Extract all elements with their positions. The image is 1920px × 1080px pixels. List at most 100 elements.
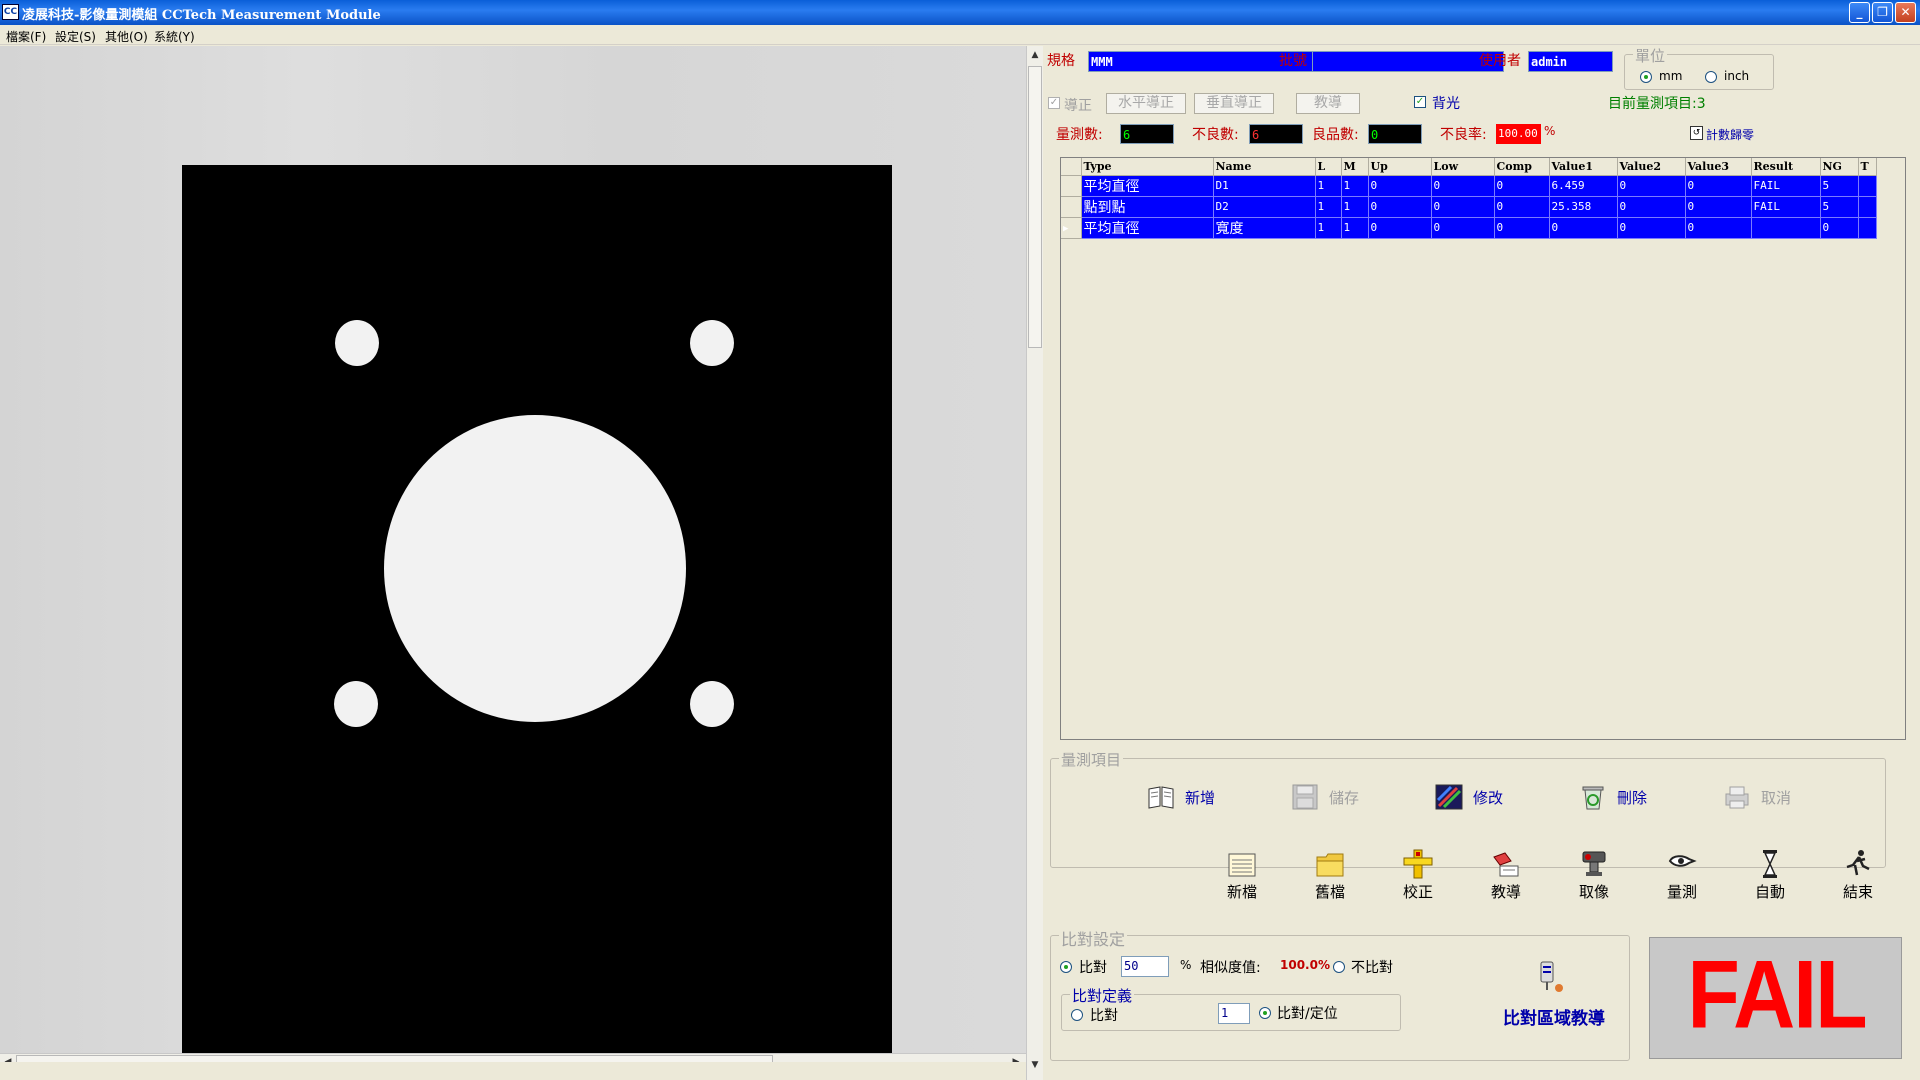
delete-item-button[interactable]: 刪除 [1579, 781, 1669, 813]
menu-settings[interactable]: 設定(S) [55, 28, 96, 45]
minimize-icon: _ [1856, 5, 1863, 19]
define-compare-radio[interactable] [1071, 1009, 1083, 1021]
define-compare-locate-radio[interactable] [1259, 1007, 1271, 1019]
backlight-checkbox[interactable]: ✓ [1414, 96, 1426, 108]
cell-low: 0 [1431, 196, 1495, 218]
title-bar[interactable]: CC 凌展科技-影像量測模組 CCTech Measurement Module… [0, 0, 1920, 25]
unit-group-title: 單位 [1633, 45, 1668, 66]
guide-label: 導正 [1064, 98, 1092, 114]
row-selector[interactable] [1061, 196, 1082, 218]
save-item-button[interactable]: 儲存 [1291, 781, 1381, 813]
reset-count-button[interactable]: ↺ 計數歸零 [1690, 124, 1770, 144]
exit-button[interactable]: 結束 [1828, 849, 1888, 905]
menu-bar: 檔案(F) 設定(S) 其他(O) 系統(Y) [0, 25, 1920, 45]
compare-radio[interactable] [1060, 961, 1072, 973]
col-comp[interactable]: Comp [1494, 158, 1550, 176]
guide-checkbox[interactable]: ✓ [1048, 97, 1060, 109]
current-items-label: 目前量測項目:3 [1608, 96, 1706, 112]
user-field[interactable]: admin [1528, 51, 1613, 72]
menu-system[interactable]: 系統(Y) [154, 28, 195, 45]
compare-threshold-input[interactable]: 50 [1121, 956, 1169, 977]
unit-mm-radio[interactable] [1640, 71, 1652, 83]
col-value2[interactable]: Value2 [1617, 158, 1686, 176]
scroll-left-icon[interactable]: ◀ [0, 1054, 16, 1062]
scroll-down-icon[interactable]: ▼ [1027, 1056, 1043, 1074]
book-icon [1148, 786, 1174, 809]
close-icon: ✕ [1900, 5, 1911, 19]
cell-value3: 0 [1685, 175, 1752, 197]
horizontal-scrollbar[interactable]: ◀ ▶ [0, 1053, 1026, 1062]
cell-type: 平均直徑 [1081, 217, 1214, 239]
similarity-label: 相似度值: [1200, 960, 1261, 976]
auto-button[interactable]: 自動 [1740, 849, 1800, 905]
horizontal-scroll-thumb[interactable] [16, 1055, 773, 1062]
col-name[interactable]: Name [1213, 158, 1316, 176]
vertical-scroll-thumb[interactable] [1028, 66, 1042, 348]
maximize-button[interactable]: ❐ [1872, 2, 1893, 23]
col-low[interactable]: Low [1431, 158, 1495, 176]
cell-up: 0 [1368, 217, 1432, 239]
menu-other[interactable]: 其他(O) [105, 28, 148, 45]
define-compare-locate-label: 比對/定位 [1277, 1006, 1338, 1022]
add-item-label: 新增 [1185, 789, 1216, 807]
col-value1[interactable]: Value1 [1549, 158, 1618, 176]
defect-rate-label: 不良率: [1440, 127, 1487, 143]
unit-inch-radio[interactable] [1705, 71, 1717, 83]
cell-type: 平均直徑 [1081, 175, 1214, 197]
table-row[interactable]: ▶ 平均直徑 寬度 1 1 0 0 0 0 0 0 0 [1061, 217, 1877, 239]
no-compare-radio[interactable] [1333, 961, 1345, 973]
add-item-button[interactable]: 新增 [1147, 781, 1237, 813]
result-indicator: FAIL [1649, 937, 1902, 1059]
col-result[interactable]: Result [1751, 158, 1821, 176]
measurement-table[interactable]: Type Name L M Up Low Comp Value1 Value2 … [1060, 157, 1906, 740]
region-teach-button[interactable]: 比對區域教導 [1479, 960, 1629, 1040]
measure-count-label: 量測數: [1056, 127, 1103, 143]
close-button[interactable]: ✕ [1895, 2, 1916, 23]
open-file-button[interactable]: 舊檔 [1300, 849, 1360, 905]
compare-define-title: 比對定義 [1070, 985, 1135, 1006]
table-row[interactable]: 點到點 D2 1 1 0 0 0 25.358 0 0 FAIL 5 [1061, 196, 1877, 218]
col-t[interactable]: T [1858, 158, 1877, 176]
hole-bottom-left [334, 681, 378, 727]
cell-type: 點到點 [1081, 196, 1214, 218]
row-selector-current[interactable]: ▶ [1061, 217, 1082, 239]
teach-tool-button[interactable]: 教導 [1476, 849, 1536, 905]
col-up[interactable]: Up [1368, 158, 1432, 176]
row-selector[interactable] [1061, 175, 1082, 197]
cell-result [1751, 217, 1821, 239]
scroll-right-icon[interactable]: ▶ [1008, 1054, 1024, 1062]
col-value3[interactable]: Value3 [1685, 158, 1752, 176]
vertical-scrollbar[interactable]: ▲ ▼ [1026, 46, 1043, 1080]
minimize-button[interactable]: _ [1849, 2, 1870, 23]
col-ng[interactable]: NG [1820, 158, 1859, 176]
menu-file[interactable]: 檔案(F) [6, 28, 46, 45]
calibrate-button[interactable]: 校正 [1388, 849, 1448, 905]
cancel-item-button[interactable]: 取消 [1723, 781, 1813, 813]
col-m[interactable]: M [1341, 158, 1369, 176]
cell-result: FAIL [1751, 175, 1821, 197]
cell-value3: 0 [1685, 217, 1752, 239]
vertical-guide-button[interactable]: 垂直導正 [1194, 93, 1274, 114]
table-row[interactable]: 平均直徑 D1 1 1 0 0 0 6.459 0 0 FAIL 5 [1061, 175, 1877, 197]
measure-label: 量測 [1666, 883, 1697, 901]
scroll-up-icon[interactable]: ▲ [1027, 46, 1043, 64]
col-l[interactable]: L [1315, 158, 1342, 176]
col-type[interactable]: Type [1081, 158, 1214, 176]
cell-ng: 0 [1820, 217, 1859, 239]
define-value-input[interactable]: 1 [1218, 1003, 1250, 1024]
horizontal-guide-button[interactable]: 水平導正 [1106, 93, 1186, 114]
new-file-button[interactable]: 新檔 [1212, 849, 1272, 905]
batch-field[interactable] [1312, 51, 1504, 72]
cell-up: 0 [1368, 175, 1432, 197]
measure-button[interactable]: 量測 [1652, 849, 1712, 905]
capture-button[interactable]: 取像 [1564, 849, 1624, 905]
teach-button[interactable]: 教導 [1296, 93, 1360, 114]
result-status: FAIL [1687, 941, 1867, 1049]
measure-items-title: 量測項目 [1059, 749, 1124, 770]
folder-icon [1316, 853, 1344, 877]
edit-item-button[interactable]: 修改 [1435, 781, 1525, 813]
teach-icon [1493, 852, 1519, 877]
image-viewport[interactable]: ◀ ▶ [0, 46, 1026, 1062]
backlight-label: 背光 [1432, 96, 1460, 112]
new-document-icon [1228, 853, 1256, 877]
